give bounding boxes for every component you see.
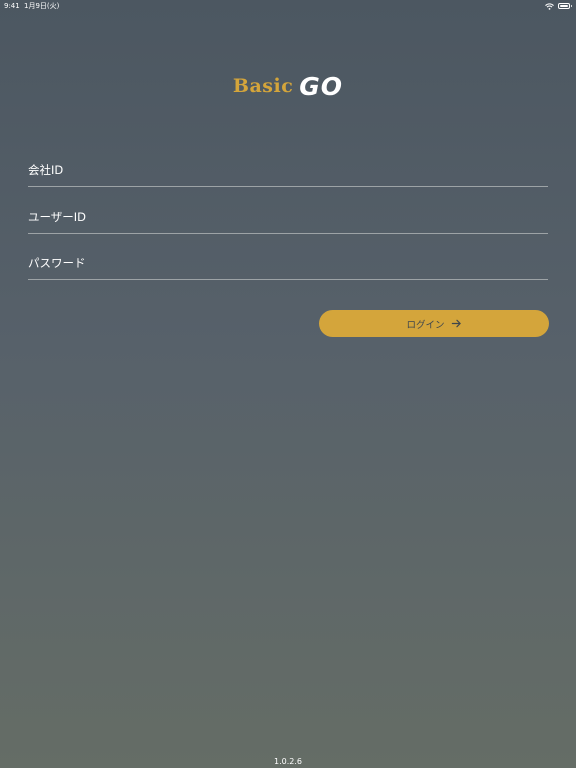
arrow-right-icon [451, 319, 461, 328]
app-logo: Basic GO [0, 72, 576, 100]
login-button-label: ログイン [406, 319, 445, 331]
logo-go-text: GO [299, 72, 344, 101]
password-field [28, 253, 548, 280]
status-icons [545, 2, 572, 10]
user-id-input[interactable] [28, 207, 548, 227]
company-id-field [28, 160, 548, 187]
login-button[interactable]: ログイン [319, 310, 549, 337]
status-bar: 9:41 1月9日(火) [0, 0, 576, 12]
status-date: 1月9日(火) [24, 2, 60, 10]
company-id-input[interactable] [28, 160, 548, 180]
user-id-field [28, 207, 548, 234]
battery-icon [558, 3, 572, 9]
password-input[interactable] [28, 253, 548, 273]
status-time: 9:41 [4, 2, 20, 10]
battery-level [560, 5, 568, 7]
wifi-icon [545, 2, 554, 10]
app-version: 1.0.2.6 [274, 757, 302, 766]
logo-basic-text: Basic [232, 75, 294, 97]
